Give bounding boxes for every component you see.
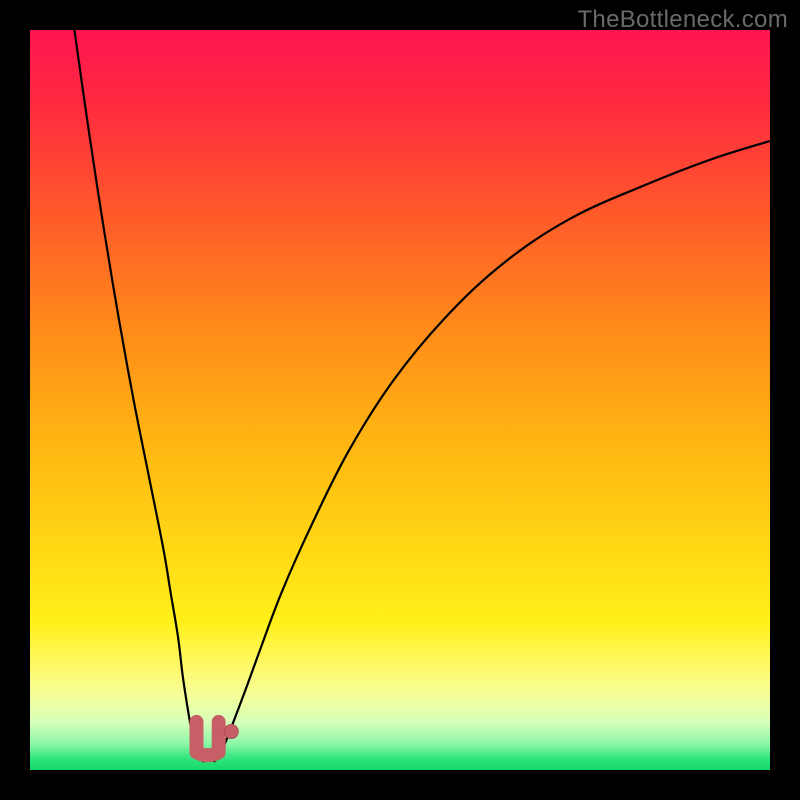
right-curve: [214, 141, 770, 762]
curves-layer: [30, 30, 770, 770]
dot-marker: [224, 725, 238, 739]
watermark-text: TheBottleneck.com: [577, 6, 788, 34]
u-marker: [197, 722, 219, 755]
chart-frame: TheBottleneck.com: [0, 0, 800, 800]
left-curve: [74, 30, 204, 762]
plot-area: [30, 30, 770, 770]
